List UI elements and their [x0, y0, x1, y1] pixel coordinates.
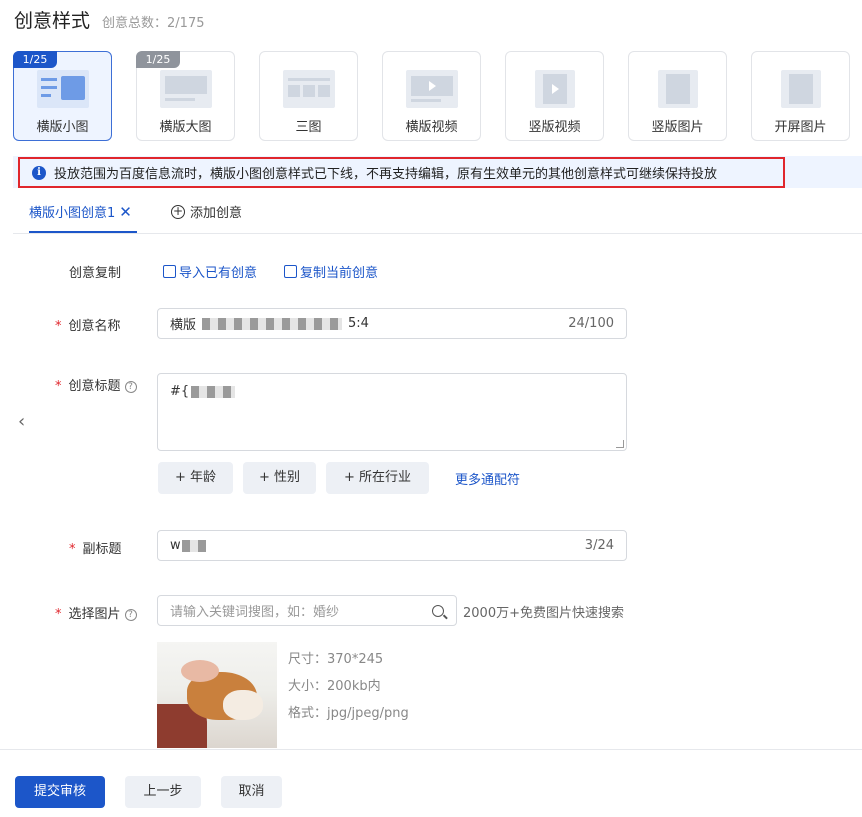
title-field-label: * 创意标题?	[55, 375, 137, 394]
copy-icon	[284, 265, 297, 278]
image-spec-filesize: 大小：200kb内	[288, 679, 381, 694]
required-mark: *	[55, 379, 62, 394]
image-spec-size: 尺寸：370*245	[288, 652, 384, 667]
notice-highlight: i 投放范围为百度信息流时，横版小图创意样式已下线，不再支持编辑，原有生效单元的…	[18, 157, 785, 188]
more-wildcards-link[interactable]: 更多通配符	[455, 469, 520, 488]
page-header: 创意样式 创意总数：2/175	[14, 6, 204, 32]
import-existing-label: 导入已有创意	[179, 266, 258, 281]
insert-industry-button[interactable]: + 所在行业	[326, 462, 429, 494]
info-icon: i	[32, 165, 46, 180]
style-card-vertical-video[interactable]: 竖版视频	[505, 51, 604, 141]
page-title: 创意样式	[14, 10, 91, 32]
add-creative-button[interactable]: + 添加创意	[171, 202, 242, 221]
image-field-label: * 选择图片?	[55, 603, 137, 622]
image-search-input[interactable]: 请输入关键词搜图，如：婚纱	[157, 595, 457, 626]
horizontal-video-thumb-icon	[405, 70, 458, 108]
subtitle-field-label: * 副标题	[69, 538, 122, 557]
name-prefix: 横版	[170, 318, 197, 333]
resize-handle-icon[interactable]	[616, 440, 624, 448]
search-icon[interactable]	[432, 604, 444, 617]
insert-gender-button[interactable]: + 性别	[243, 462, 316, 494]
cancel-button[interactable]: 取消	[221, 776, 282, 808]
help-icon[interactable]: ?	[124, 609, 137, 621]
vertical-video-thumb-icon	[534, 70, 575, 108]
required-mark: *	[55, 319, 62, 334]
chevron-left-icon[interactable]: ‹	[18, 411, 25, 432]
name-char-counter: 24/100	[568, 316, 614, 331]
copy-current-label: 复制当前创意	[300, 266, 379, 281]
required-mark: *	[55, 607, 62, 622]
name-label-text: 创意名称	[68, 319, 121, 334]
style-badge: 1/25	[136, 51, 180, 68]
import-existing-link[interactable]: 导入已有创意	[163, 262, 257, 281]
name-suffix: 5:4	[348, 316, 369, 331]
style-card-three-images[interactable]: 三图	[259, 51, 358, 141]
title-label-text: 创意标题	[68, 379, 121, 394]
image-spec-format: 格式：jpg/jpeg/png	[288, 706, 409, 721]
tab-creative-1[interactable]: 横版小图创意1 ✕	[29, 202, 132, 222]
search-placeholder: 请输入关键词搜图，如：婚纱	[170, 605, 340, 620]
redacted-text	[181, 539, 206, 552]
insert-age-button[interactable]: + 年龄	[158, 462, 233, 494]
import-icon	[163, 265, 176, 278]
tab-label: 横版小图创意1	[29, 206, 116, 221]
style-label: 竖版视频	[528, 120, 581, 135]
style-card-vertical-image[interactable]: 竖版图片	[628, 51, 727, 141]
previous-step-button[interactable]: 上一步	[125, 776, 201, 808]
style-label: 开屏图片	[774, 120, 827, 135]
tab-active-indicator	[29, 231, 137, 233]
creative-name-input[interactable]: 横版 5:4 24/100	[157, 308, 627, 339]
search-tip: 2000万+免费图片快速搜索	[463, 606, 624, 621]
style-card-horizontal-video[interactable]: 横版视频	[382, 51, 481, 141]
style-selector: 1/25 横版小图 1/25 横版大图 三图 横版视频 竖版视频 竖版图片 开屏…	[13, 51, 850, 141]
footer-actions: 提交审核 上一步 取消	[0, 749, 862, 817]
creative-tabs: 横版小图创意1 ✕ + 添加创意	[13, 194, 862, 234]
horizontal-small-thumb-icon	[36, 70, 89, 108]
submit-review-button[interactable]: 提交审核	[15, 776, 105, 808]
creative-title-textarea[interactable]: #{	[157, 373, 627, 451]
horizontal-large-thumb-icon	[159, 70, 212, 108]
style-label: 横版大图	[159, 120, 212, 135]
three-images-thumb-icon	[282, 70, 335, 108]
close-icon[interactable]: ✕	[119, 203, 132, 221]
splash-image-thumb-icon	[780, 70, 821, 108]
plus-circle-icon: +	[171, 203, 185, 219]
subtitle-char-counter: 3/24	[584, 538, 614, 553]
vertical-image-thumb-icon	[657, 70, 698, 108]
notice-text: 投放范围为百度信息流时，横版小图创意样式已下线，不再支持编辑，原有生效单元的其他…	[54, 167, 718, 182]
subtitle-label-text: 副标题	[82, 542, 122, 557]
style-badge: 1/25	[13, 51, 57, 68]
style-label: 竖版图片	[651, 120, 704, 135]
required-mark: *	[69, 542, 76, 557]
name-field-label: * 创意名称	[55, 315, 121, 334]
creative-count: 创意总数：2/175	[102, 16, 205, 31]
copy-current-link[interactable]: 复制当前创意	[284, 262, 378, 281]
redacted-text	[202, 317, 343, 330]
add-creative-label: 添加创意	[190, 206, 243, 221]
style-label: 横版视频	[405, 120, 458, 135]
image-label-text: 选择图片	[68, 607, 121, 622]
copy-label: 创意复制	[69, 266, 122, 281]
style-card-horizontal-large[interactable]: 1/25 横版大图	[136, 51, 235, 141]
subtitle-input[interactable]: w 3/24	[157, 530, 627, 561]
help-icon[interactable]: ?	[124, 381, 137, 393]
style-card-splash-image[interactable]: 开屏图片	[751, 51, 850, 141]
selected-image[interactable]	[157, 642, 277, 748]
redacted-text	[191, 385, 236, 398]
style-label: 三图	[295, 120, 322, 135]
style-label: 横版小图	[36, 120, 89, 135]
subtitle-value: w	[170, 538, 181, 553]
title-value: #{	[170, 384, 190, 399]
notice-bar: i 投放范围为百度信息流时，横版小图创意样式已下线，不再支持编辑，原有生效单元的…	[13, 156, 862, 188]
style-card-horizontal-small[interactable]: 1/25 横版小图	[13, 51, 112, 141]
